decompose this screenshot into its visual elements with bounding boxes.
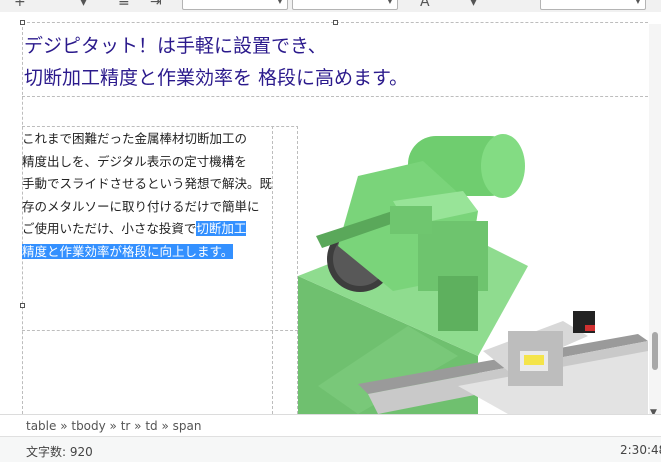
text-line: 精度と作業効率が格段に向上します。 (22, 241, 274, 264)
description-paragraph[interactable]: これまで困難だった金属棒材切断加工の 精度出しを、デジタル表示の定寸機構を 手動… (22, 128, 274, 263)
text-line: ご使用いただけ、小さな投資で切断加工 (22, 218, 274, 241)
resize-handle-top-left[interactable] (20, 20, 25, 25)
scrollbar-thumb[interactable] (652, 332, 658, 370)
editor-content-area[interactable]: デジピタット！は手軽に設置でき、 切断加工精度と作業効率を 格段に高めます。 こ… (0, 12, 661, 414)
text-line: これまで困難だった金属棒材切断加工の (22, 131, 248, 146)
resize-handle-top-center[interactable] (333, 20, 338, 25)
last-saved-time: 2:30:48 (620, 443, 661, 457)
element-path[interactable]: table » tbody » tr » td » span (26, 419, 201, 433)
font-family-select[interactable]: ▼ (292, 0, 398, 10)
metal-saw-illustration (298, 134, 648, 414)
text-line: 存のメタルソーに取り付けるだけで簡単に (22, 198, 260, 214)
plus-icon[interactable]: + (14, 0, 26, 10)
text-options-icon[interactable]: ▾ (470, 0, 477, 10)
editor-toolbar: + ▾ ≡ ⇥ ▼ ▼ A ▾ ▼ (0, 0, 661, 12)
selected-text[interactable]: 切断加工 (196, 221, 247, 236)
text-plain: ご使用いただけ、小さな投資で (22, 221, 197, 236)
editor-scrollbar[interactable]: ▼ (649, 24, 661, 414)
text-line: 精度出しを、デジタル表示の定寸機構を (22, 153, 247, 169)
paragraph-format-select[interactable]: ▼ (182, 0, 288, 10)
chevron-down-icon: ▼ (276, 0, 283, 5)
font-size-select[interactable]: ▼ (540, 0, 646, 10)
text-color-icon[interactable]: A (420, 0, 430, 10)
indent-icon[interactable]: ⇥ (150, 0, 162, 10)
table-border-row3 (22, 330, 298, 331)
align-icon[interactable]: ≡ (118, 0, 130, 10)
list-icon[interactable]: ▾ (80, 0, 87, 10)
table-border-row1 (22, 96, 648, 97)
heading-line-2: 切断加工精度と作業効率を 格段に高めます。 (24, 67, 409, 89)
chevron-down-icon: ▼ (634, 0, 641, 5)
chevron-down-icon: ▼ (386, 0, 393, 5)
editor-footer: 文字数: 920 2:30:48 (0, 436, 661, 462)
heading-line-1: デジピタット！は手軽に設置でき、 (24, 35, 327, 57)
word-count: 文字数: 920 (26, 445, 93, 459)
selected-text[interactable]: 精度と作業効率が格段に向上します。 (22, 243, 234, 259)
element-path-bar: table » tbody » tr » td » span (0, 414, 661, 436)
product-image[interactable] (298, 126, 648, 414)
resize-handle-middle-left[interactable] (20, 303, 25, 308)
text-line: 手動でスライドさせるという発想で解決。既 (22, 176, 273, 191)
